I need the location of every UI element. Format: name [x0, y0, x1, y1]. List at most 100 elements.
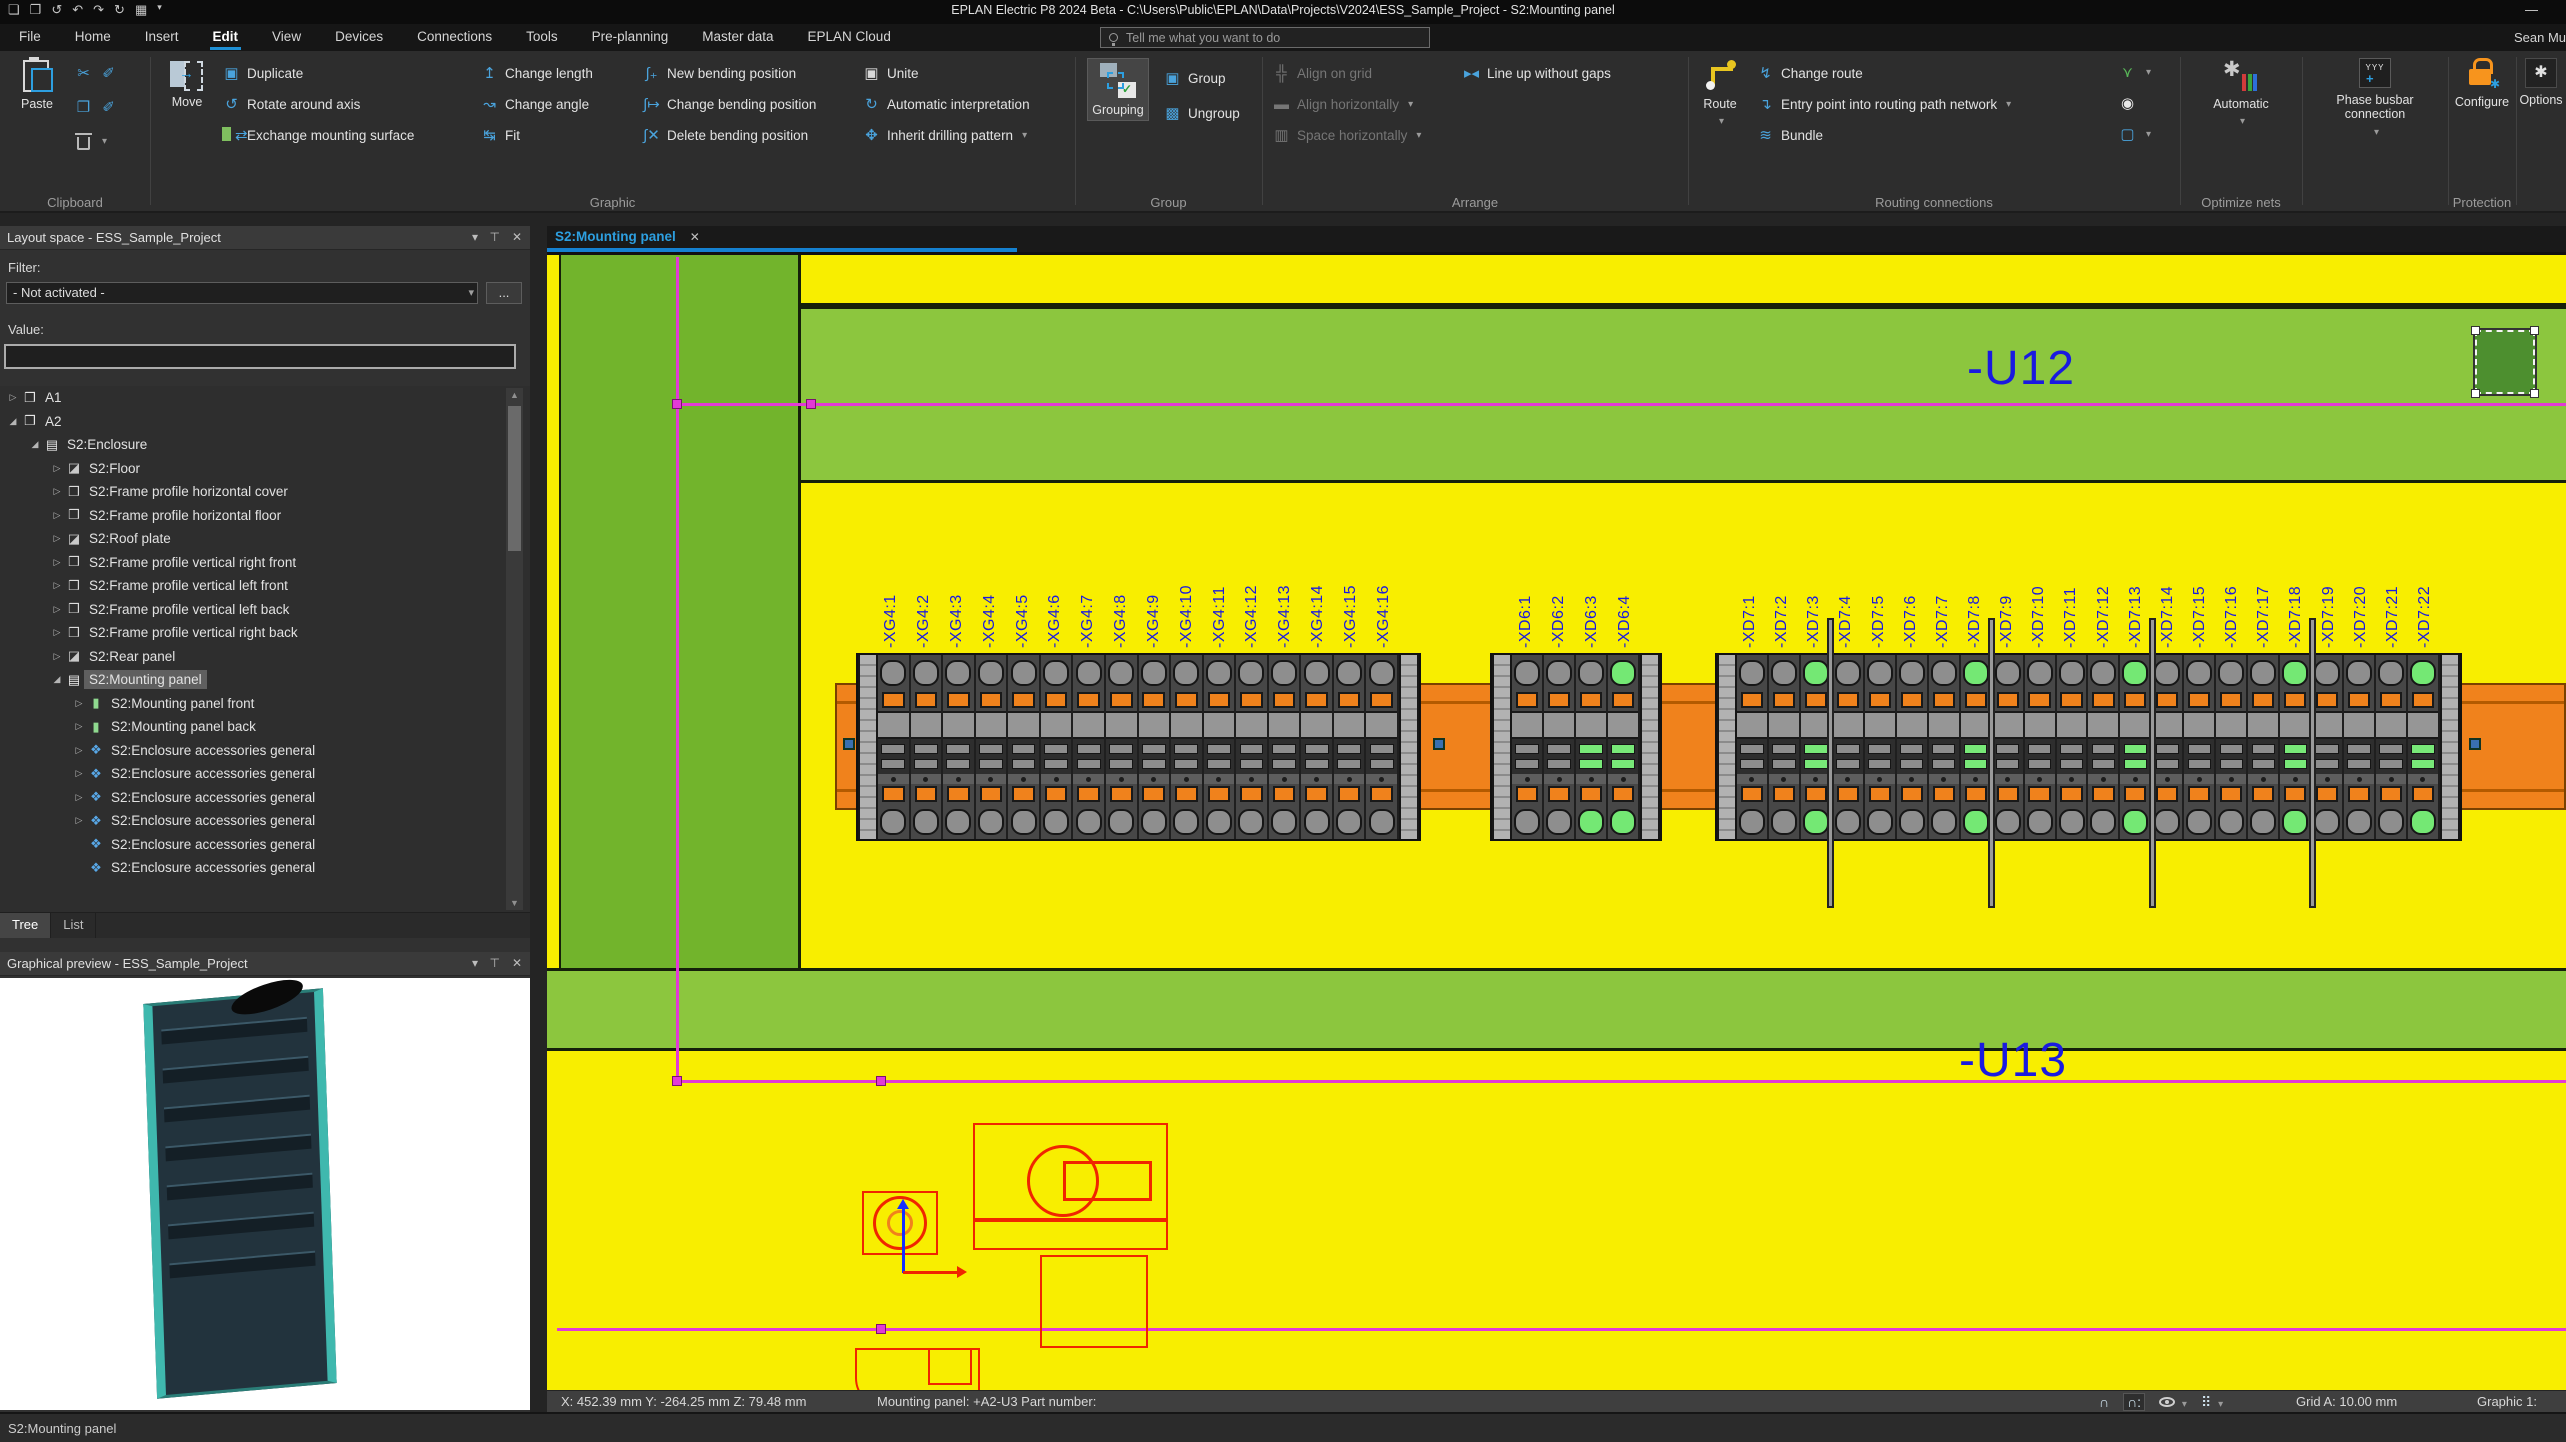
- expander-collapsed-icon[interactable]: ▷: [72, 768, 86, 779]
- expander-collapsed-icon[interactable]: ▷: [50, 651, 64, 662]
- format-brush-icon[interactable]: ✐: [99, 98, 118, 116]
- expander-expanded-icon[interactable]: ◢: [50, 674, 64, 685]
- graphical-preview-header[interactable]: Graphical preview - ESS_Sample_Project ▾…: [0, 952, 530, 976]
- tree-scrollbar[interactable]: ▲ ▼: [506, 388, 523, 910]
- expander-collapsed-icon[interactable]: ▷: [50, 463, 64, 474]
- grid-toggle-icon[interactable]: ⠿ ▾: [2201, 1394, 2223, 1411]
- expander-collapsed-icon[interactable]: ▷: [50, 510, 64, 521]
- route-dropdown-icon[interactable]: ▾: [1719, 116, 1724, 128]
- delete-icon[interactable]: [75, 133, 92, 150]
- menu-tab-tools[interactable]: Tools: [509, 24, 575, 51]
- visibility-eye-icon[interactable]: ▾: [2159, 1394, 2187, 1410]
- new-bending-position-button[interactable]: ∫₊ New bending position: [642, 60, 816, 86]
- panel-pin-icon[interactable]: ⊤: [490, 230, 500, 244]
- expander-collapsed-icon[interactable]: ▷: [72, 745, 86, 756]
- tab-tree[interactable]: Tree: [0, 913, 52, 938]
- device-label-u12[interactable]: -U12: [1967, 341, 2075, 396]
- construction-handle[interactable]: [672, 399, 682, 409]
- tree-item[interactable]: ▷ ❒ S2:Frame profile vertical left front: [0, 574, 530, 598]
- configure-button[interactable]: ✱ Configure: [2450, 58, 2514, 109]
- graphic-scale-indicator[interactable]: Graphic 1:: [2477, 1394, 2537, 1409]
- snap-active-icon[interactable]: ∩:: [2123, 1393, 2146, 1411]
- tree-item[interactable]: ▷ ◪ S2:Rear panel: [0, 645, 530, 669]
- layout-space-header[interactable]: Layout space - ESS_Sample_Project ▾ ⊤ ✕: [0, 226, 530, 250]
- tree-item[interactable]: ▷ ❒ S2:Frame profile vertical right back: [0, 621, 530, 645]
- tree-item[interactable]: ◢ ❒ A2: [0, 410, 530, 434]
- unite-button[interactable]: ▣ Unite: [862, 60, 1030, 86]
- scroll-down-icon[interactable]: ▼: [506, 898, 523, 908]
- change-length-button[interactable]: ↥ Change length: [480, 60, 593, 86]
- scroll-up-icon[interactable]: ▲: [506, 390, 523, 400]
- menu-tab-home[interactable]: Home: [58, 24, 128, 51]
- snap-icon[interactable]: ∩: [2099, 1394, 2109, 1410]
- tab-list[interactable]: List: [51, 913, 97, 938]
- selected-green-part[interactable]: [2471, 326, 2539, 398]
- change-bending-position-button[interactable]: ∫↦ Change bending position: [642, 91, 816, 117]
- options-button[interactable]: ✱ Options: [2517, 58, 2565, 107]
- tree-item[interactable]: ▷ ❖ S2:Enclosure accessories general: [0, 809, 530, 833]
- duplicate-button[interactable]: ▣ Duplicate: [222, 60, 414, 86]
- expander-collapsed-icon[interactable]: ▷: [72, 721, 86, 732]
- format-painter-icon[interactable]: ✐: [99, 64, 118, 82]
- routing-frame-button[interactable]: ▢ ▾: [2118, 122, 2151, 146]
- exchange-mounting-surface-button[interactable]: ⇄ Exchange mounting surface: [222, 122, 414, 148]
- placement-pin-button[interactable]: ◉: [2118, 91, 2151, 115]
- expander-collapsed-icon[interactable]: ▷: [72, 792, 86, 803]
- grid-size-indicator[interactable]: Grid A: 10.00 mm: [2296, 1394, 2397, 1409]
- graphical-preview-viewport[interactable]: [0, 978, 530, 1410]
- menu-tab-master-data[interactable]: Master data: [685, 24, 790, 51]
- construction-handle[interactable]: [672, 1076, 682, 1086]
- tree-item[interactable]: ◢ ▤ S2:Enclosure: [0, 433, 530, 457]
- tree-item[interactable]: ◢ ▤ S2:Mounting panel: [0, 668, 530, 692]
- change-route-button[interactable]: ↯ Change route: [1756, 60, 2011, 86]
- expander-collapsed-icon[interactable]: ▷: [50, 533, 64, 544]
- construction-line-vertical[interactable]: [676, 257, 679, 1083]
- tree-item[interactable]: ▷ ◪ S2:Floor: [0, 457, 530, 481]
- selected-part-drawing[interactable]: [847, 1115, 1187, 1390]
- terminal-strip-xd6[interactable]: [1490, 653, 1662, 841]
- entry-point-button[interactable]: ↴ Entry point into routing path network ▾: [1756, 91, 2011, 117]
- tree-item[interactable]: ▷ ▮ S2:Mounting panel back: [0, 715, 530, 739]
- expander-collapsed-icon[interactable]: ▷: [50, 627, 64, 638]
- expander-collapsed-icon[interactable]: ▷: [50, 486, 64, 497]
- inherit-drilling-dropdown-icon[interactable]: ▾: [1022, 130, 1027, 141]
- cut-icon[interactable]: ✂: [74, 64, 93, 82]
- delete-bending-position-button[interactable]: ∫✕ Delete bending position: [642, 122, 816, 148]
- construction-line-u12[interactable]: [676, 403, 2566, 406]
- tree-item[interactable]: ▷ ▮ S2:Mounting panel front: [0, 692, 530, 716]
- minimize-button[interactable]: —: [2525, 2, 2538, 17]
- drawing-viewport[interactable]: -XG4:1 -XG4:2 -XG4:3 -XG4:4 -XG4:5 -XG4:6 -XG4…: [547, 252, 2566, 1390]
- paste-button[interactable]: Paste: [8, 57, 66, 111]
- tree-item[interactable]: ▷ ❒ S2:Frame profile vertical left back: [0, 598, 530, 622]
- construction-line-u13[interactable]: [676, 1080, 2566, 1083]
- copy-icon[interactable]: ❐: [74, 98, 93, 116]
- tab-s2-mounting-panel[interactable]: S2:Mounting panel ✕: [555, 229, 700, 244]
- menu-tab-insert[interactable]: Insert: [128, 24, 196, 51]
- expander-collapsed-icon[interactable]: ▷: [50, 557, 64, 568]
- grouping-button[interactable]: ✓ Grouping: [1087, 58, 1149, 122]
- tree-item[interactable]: ▷ ◪ S2:Roof plate: [0, 527, 530, 551]
- menu-tab-edit[interactable]: Edit: [196, 24, 256, 51]
- panel-close-icon[interactable]: ✕: [512, 230, 522, 244]
- expander-expanded-icon[interactable]: ◢: [6, 416, 20, 427]
- move-button[interactable]: → Move: [160, 58, 214, 109]
- construction-handle[interactable]: [806, 399, 816, 409]
- ungroup-button[interactable]: ▩ Ungroup: [1163, 100, 1239, 126]
- delete-dropdown-icon[interactable]: ▾: [102, 136, 107, 147]
- align-on-grid-button[interactable]: ╬ Align on grid: [1272, 60, 1421, 86]
- scroll-thumb[interactable]: [508, 406, 521, 551]
- route-button[interactable]: Route ▾: [1694, 58, 1746, 128]
- tree-item[interactable]: ❖ S2:Enclosure accessories general: [0, 833, 530, 857]
- tree-item[interactable]: ▷ ❒ S2:Frame profile horizontal cover: [0, 480, 530, 504]
- fit-button[interactable]: ↹ Fit: [480, 122, 593, 148]
- terminal-strip-xg4[interactable]: [856, 653, 1421, 841]
- automatic-dropdown-icon[interactable]: ▾: [2240, 116, 2245, 128]
- tab-close-icon[interactable]: ✕: [690, 230, 700, 244]
- menu-tab-pre-planning[interactable]: Pre-planning: [575, 24, 686, 51]
- group-button[interactable]: ▣ Group: [1163, 65, 1240, 91]
- change-angle-button[interactable]: ↝ Change angle: [480, 91, 593, 117]
- tree-item[interactable]: ▷ ❒ S2:Frame profile horizontal floor: [0, 504, 530, 528]
- phase-busbar-connection-button[interactable]: YYY + Phase busbar connection ▾: [2320, 58, 2430, 138]
- construction-handle[interactable]: [876, 1076, 886, 1086]
- menu-tab-file[interactable]: File: [2, 24, 58, 51]
